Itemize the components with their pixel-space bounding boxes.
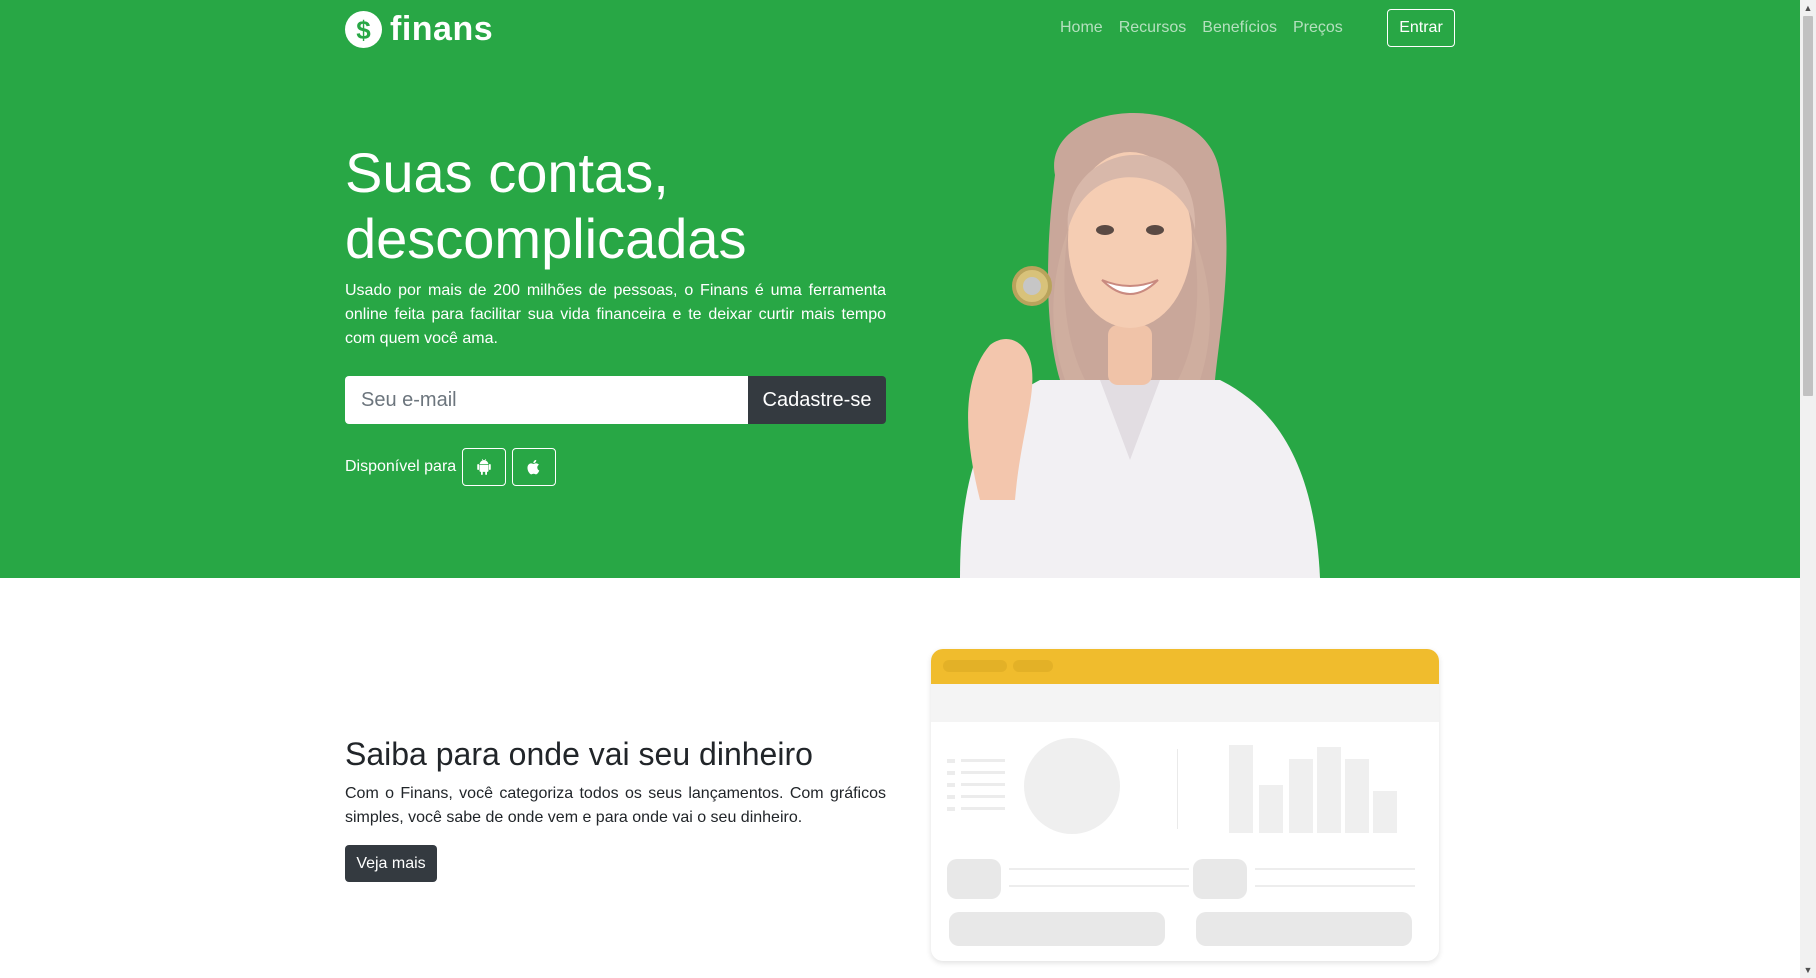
vertical-scrollbar[interactable]: ▲ ▼ <box>1800 0 1816 978</box>
dollar-icon: $ <box>345 11 382 48</box>
nav-links: Home Recursos Benefícios Preços <box>1060 19 1343 37</box>
feature-title: Saiba para onde vai seu dinheiro <box>345 736 813 772</box>
login-button[interactable]: Entrar <box>1387 9 1455 47</box>
hero-lead: Usado por mais de 200 milhões de pessoas… <box>345 282 886 347</box>
android-icon <box>477 458 491 476</box>
hero-title-line-1: Suas contas, <box>345 141 669 204</box>
brand-name: finans <box>390 10 494 48</box>
feature-text: Com o Finans, você categoriza todos os s… <box>345 785 886 826</box>
dashboard-mockup <box>931 649 1439 961</box>
hero-section: $ finans Home Recursos Benefícios Preços… <box>0 0 1800 578</box>
android-button[interactable] <box>462 448 507 486</box>
available-label: Disponível para <box>345 458 457 475</box>
signup-form: Cadastre-se <box>345 376 886 424</box>
mockup-illustration <box>943 660 1415 946</box>
hero-title-line-2: descomplicadas <box>345 207 747 271</box>
apple-icon <box>527 459 540 475</box>
brand-logo[interactable]: $ finans <box>345 10 493 49</box>
apple-button[interactable] <box>512 448 557 486</box>
nav-link-beneficios[interactable]: Benefícios <box>1202 19 1277 37</box>
scroll-down-arrow-icon[interactable]: ▼ <box>1800 962 1816 978</box>
nav-link-recursos[interactable]: Recursos <box>1119 19 1187 37</box>
nav-link-home[interactable]: Home <box>1060 19 1103 37</box>
scroll-thumb[interactable] <box>1803 16 1813 396</box>
hero-title: Suas contas, descomplicadas <box>345 140 905 272</box>
hero-woman-photo <box>960 112 1320 578</box>
page: $ finans Home Recursos Benefícios Preços… <box>0 0 1816 978</box>
signup-button[interactable]: Cadastre-se <box>748 376 886 424</box>
top-navbar: $ finans Home Recursos Benefícios Preços… <box>0 0 1800 58</box>
email-input[interactable] <box>345 376 748 424</box>
available-platforms: Disponível para <box>345 448 557 486</box>
see-more-button[interactable]: Veja mais <box>345 845 437 882</box>
scroll-up-arrow-icon[interactable]: ▲ <box>1800 0 1816 16</box>
nav-link-precos[interactable]: Preços <box>1293 19 1343 37</box>
